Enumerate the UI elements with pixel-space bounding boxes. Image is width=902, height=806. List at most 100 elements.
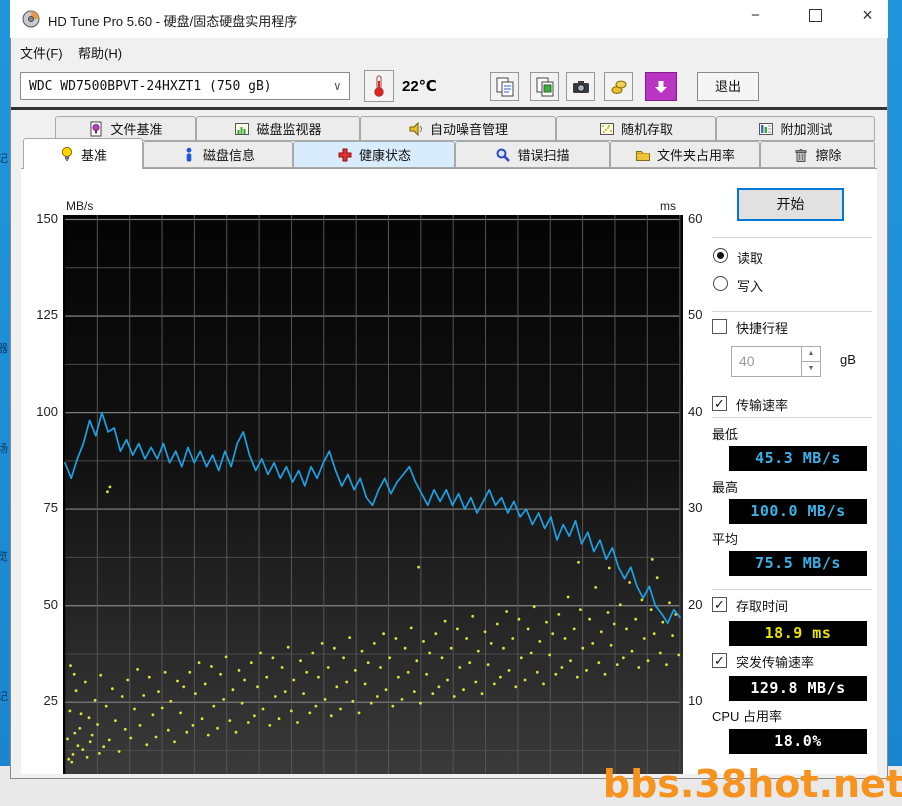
tab-random-access[interactable]: 随机存取 [556,116,716,141]
tab-label: 文件基准 [110,122,163,137]
access-time-display: 18.9 ms [729,621,867,646]
avg-value-display: 75.5 MB/s [729,551,867,576]
copy-image-icon [536,77,553,96]
tab-label: 健康状态 [358,148,411,163]
tab-label: 自动噪音管理 [429,122,508,137]
copy-image-button[interactable] [530,72,559,101]
read-radio[interactable] [713,248,728,263]
app-icon [21,9,41,34]
health-icon [337,147,353,163]
separator [712,589,872,590]
cpu-usage-label: CPU 占用率 [712,709,783,724]
background-text-fragment: 记 [0,691,8,703]
camera-icon [572,80,589,93]
background-text-fragment: 场 [0,443,8,455]
desktop-right-strip [888,0,902,766]
watermark: bbs.38hot.net [602,762,902,806]
tab-erase[interactable]: 擦除 [760,141,875,168]
access-time-label: 存取时间 [736,599,789,614]
transfer-rate-label: 传输速率 [736,398,789,413]
separator [712,417,872,418]
tab-auto-noise[interactable]: 自动噪音管理 [360,116,556,141]
read-radio-label: 读取 [737,251,764,266]
folder-icon [635,147,651,163]
maximize-button[interactable] [793,0,838,31]
background-text-fragment: 览 [0,551,8,563]
benchmark-chart [63,215,683,774]
max-value-display: 100.0 MB/s [729,499,867,524]
tab-label: 磁盘信息 [202,148,255,163]
burst-rate-display: 129.8 MB/s [729,676,867,701]
burst-rate-label: 突发传输速率 [736,655,815,670]
tab-health[interactable]: 健康状态 [293,141,455,168]
max-label: 最高 [712,480,739,495]
tab-folder-usage[interactable]: 文件夹占用率 [610,141,760,168]
min-label: 最低 [712,427,739,442]
screenshot-button[interactable] [566,72,595,101]
separator [712,237,872,238]
tab-label: 错误扫描 [517,148,570,163]
transfer-rate-checkbox[interactable]: ✓ [712,396,727,411]
stepper-down-icon[interactable]: ▼ [802,362,820,376]
short-stroke-checkbox[interactable] [712,319,727,334]
menu-help[interactable]: 帮助(H) [78,43,122,62]
access-time-checkbox[interactable]: ✓ [712,597,727,612]
tab-label: 基准 [80,147,107,163]
menu-file[interactable]: 文件(F) [20,43,63,62]
drive-select-value: WDC WD7500BPVT-24HXZT1 (750 gB) [29,78,272,94]
tab-extra-tests[interactable]: 附加测试 [716,116,875,141]
save-screenshot-button[interactable] [645,72,677,101]
extra-tests-icon [758,121,774,137]
error-scan-icon [495,147,511,163]
donate-icon [611,80,626,94]
exit-button[interactable]: 退出 [697,72,759,101]
separator [712,311,872,312]
donate-button[interactable] [604,72,633,101]
stroke-unit-label: gB [840,352,856,367]
right-axis-unit: ms [660,199,676,213]
stroke-size-value: 40 [739,353,755,369]
cpu-usage-display: 18.0% [729,729,867,754]
start-button[interactable]: 开始 [737,188,844,221]
background-text-fragment: 记 [0,153,8,165]
disk-info-icon [181,147,197,163]
tab-disk-monitor[interactable]: 磁盘监视器 [196,116,360,141]
tab-label: 磁盘监视器 [256,122,322,137]
erase-icon [793,147,809,163]
write-radio[interactable] [713,276,728,291]
tab-error-scan[interactable]: 错误扫描 [455,141,610,168]
toolbar-separator [11,107,887,110]
tab-label: 随机存取 [620,122,673,137]
file-benchmark-icon [88,121,104,137]
write-radio-label: 写入 [737,279,764,294]
copy-text-icon [496,77,513,96]
burst-rate-checkbox[interactable]: ✓ [712,653,727,668]
tab-label: 文件夹占用率 [656,148,735,163]
avg-label: 平均 [712,532,739,547]
short-stroke-label: 快捷行程 [736,321,789,336]
minimize-button[interactable]: − [733,0,778,31]
save-image-icon [655,80,667,93]
window-title: HD Tune Pro 5.60 - 硬盘/固态硬盘实用程序 [48,14,298,29]
chevron-down-icon: ∨ [333,79,341,93]
benchmark-icon [59,146,75,162]
left-axis-unit: MB/s [66,199,94,213]
tab-benchmark[interactable]: 基准 [23,138,143,169]
random-access-icon [599,121,615,137]
close-button[interactable]: × [845,0,890,31]
noise-icon [408,121,424,137]
stroke-size-stepper[interactable]: 40 ▲ ▼ [731,346,821,377]
tab-label: 附加测试 [780,122,833,137]
background-text-fragment: 器 [0,343,8,355]
temperature-button[interactable] [364,70,394,102]
tab-label: 擦除 [815,148,842,163]
tab-disk-info[interactable]: 磁盘信息 [143,141,293,168]
temperature-value: 22℃ [402,78,437,95]
stepper-up-icon[interactable]: ▲ [802,347,820,362]
thermometer-icon [374,75,384,97]
copy-text-button[interactable] [490,72,519,101]
maximize-icon [809,9,822,22]
disk-monitor-icon [234,121,250,137]
drive-select[interactable]: WDC WD7500BPVT-24HXZT1 (750 gB) ∨ [20,72,350,100]
min-value-display: 45.3 MB/s [729,446,867,471]
